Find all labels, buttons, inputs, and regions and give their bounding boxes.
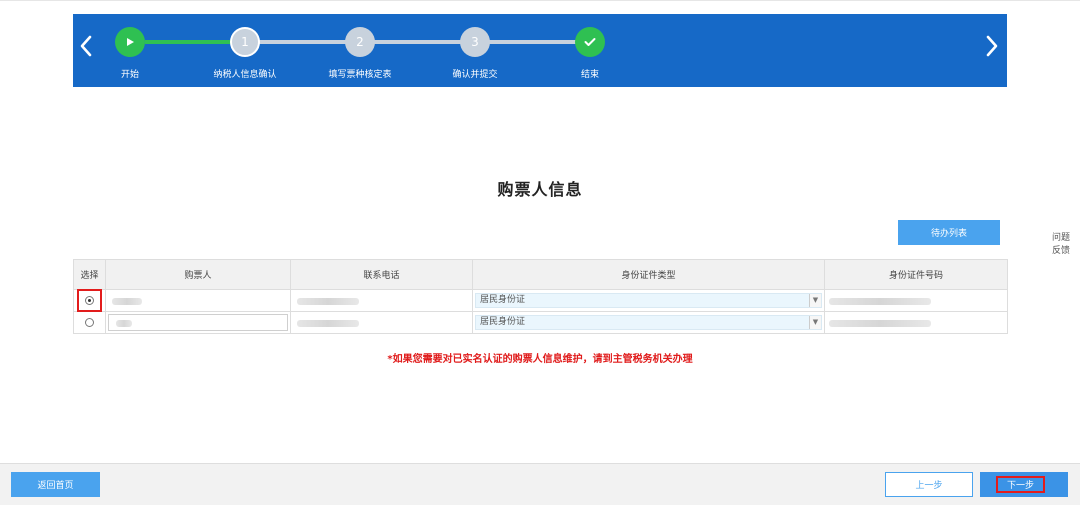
progress-banner: 1 2 3 开始 纳税人信息确认 填写票种核定表 确认并提交 结束 (73, 14, 1007, 87)
step-label-confirm-submit: 确认并提交 (452, 70, 498, 80)
table-header-row: 选择 购票人 联系电话 身份证件类型 身份证件号码 (73, 259, 1008, 290)
checkmark-icon (584, 38, 596, 46)
select-cell (73, 289, 106, 312)
step-2-circle: 2 (345, 27, 375, 57)
step-start-circle (115, 27, 145, 57)
progress-track-pending (247, 40, 588, 44)
table-row[interactable]: 居民身份证 ▼ (73, 289, 1008, 312)
header-id-number: 身份证件号码 (824, 259, 1008, 290)
select-cell (73, 311, 106, 334)
header-id-type: 身份证件类型 (472, 259, 825, 290)
table-row[interactable]: 居民身份证 ▼ (73, 311, 1008, 334)
step-label-taxpayer-confirm: 纳税人信息确认 (213, 70, 277, 80)
play-icon (127, 38, 134, 46)
page-title: 购票人信息 (497, 180, 583, 199)
step-label-fill-form: 填写票种核定表 (328, 70, 392, 80)
back-home-button[interactable]: 返回首页 (11, 472, 100, 497)
id-type-selected-value: 居民身份证 (480, 317, 526, 327)
row-2-radio[interactable] (85, 318, 94, 327)
id-number-cell (824, 289, 1008, 312)
header-phone: 联系电话 (290, 259, 473, 290)
phone-redacted (297, 320, 359, 327)
chevron-down-icon[interactable]: ▼ (809, 316, 821, 329)
buyer-name-redacted (112, 298, 142, 305)
header-select: 选择 (73, 259, 106, 290)
header-buyer: 购票人 (105, 259, 291, 290)
id-type-select[interactable]: 居民身份证 ▼ (475, 315, 822, 330)
footer-bar: 返回首页 上一步 下一步 (0, 463, 1080, 505)
id-number-redacted (829, 320, 931, 327)
id-type-select[interactable]: 居民身份证 ▼ (475, 293, 822, 308)
step-3-number: 3 (471, 35, 479, 49)
next-step-label: 下一步 (1006, 481, 1034, 491)
phone-cell (290, 289, 473, 312)
next-step-button[interactable]: 下一步 (980, 472, 1068, 497)
buyer-name-redacted (116, 320, 132, 327)
step-3-circle: 3 (460, 27, 490, 57)
phone-cell (290, 311, 473, 334)
feedback-line-2: 反馈 (1051, 246, 1070, 256)
id-type-cell: 居民身份证 ▼ (472, 311, 825, 334)
row-1-radio[interactable] (85, 296, 94, 305)
step-1-number: 1 (241, 35, 249, 49)
step-1-circle: 1 (230, 27, 260, 57)
chevron-right-icon[interactable] (983, 32, 1001, 60)
step-2-number: 2 (356, 35, 364, 49)
buyer-table: 选择 购票人 联系电话 身份证件类型 身份证件号码 居民身份证 ▼ 居民身份证 … (73, 259, 1008, 334)
chevron-left-icon[interactable] (77, 32, 95, 60)
id-type-cell: 居民身份证 ▼ (472, 289, 825, 312)
feedback-line-1: 问题 (1051, 233, 1070, 243)
next-step-highlight-box: 下一步 (996, 476, 1045, 493)
step-end-circle (575, 27, 605, 57)
id-number-redacted (829, 298, 931, 305)
buyer-cell (105, 289, 291, 312)
phone-redacted (297, 298, 359, 305)
id-type-selected-value: 居民身份证 (480, 295, 526, 305)
notice-text: *如果您需要对已实名认证的购票人信息维护，请到主管税务机关办理 (387, 354, 693, 365)
step-label-end: 结束 (580, 70, 600, 80)
radio-highlight-box (77, 289, 102, 312)
previous-step-button[interactable]: 上一步 (885, 472, 973, 497)
feedback-tab[interactable]: 问题 反馈 (1047, 232, 1075, 258)
id-number-cell (824, 311, 1008, 334)
radio-box (74, 312, 105, 333)
top-divider (0, 0, 1080, 1)
buyer-name-input[interactable] (108, 314, 288, 331)
buyer-cell (105, 311, 291, 334)
step-label-start: 开始 (120, 70, 140, 80)
chevron-down-icon[interactable]: ▼ (809, 294, 821, 307)
pending-list-button[interactable]: 待办列表 (898, 220, 1000, 245)
